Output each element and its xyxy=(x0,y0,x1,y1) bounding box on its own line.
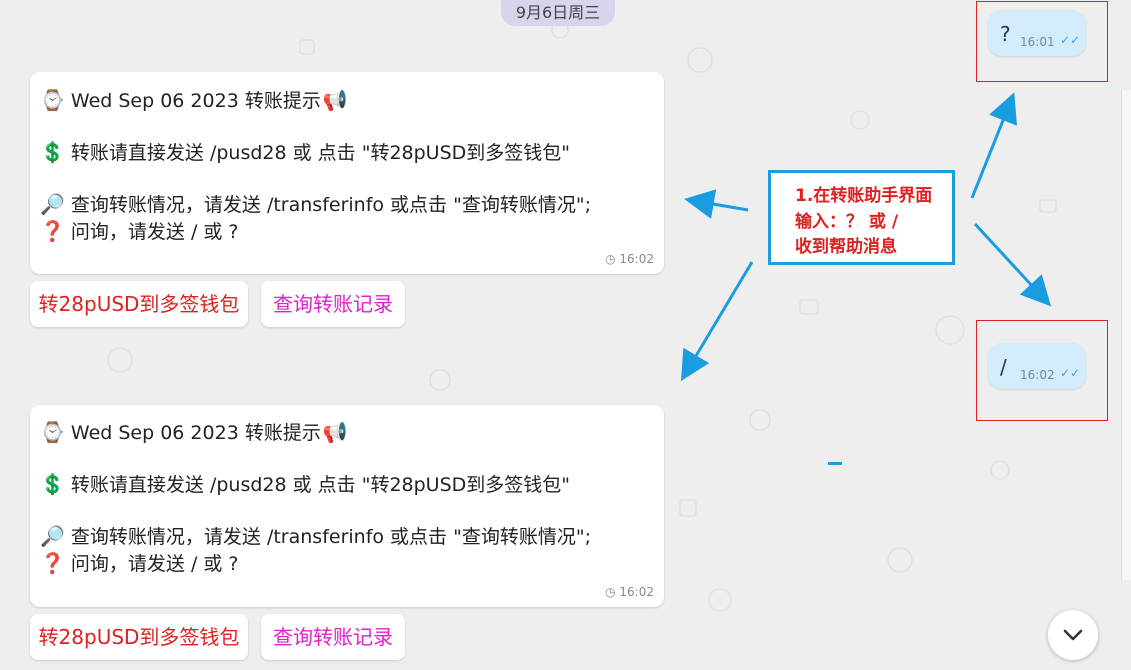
annotation-arrows xyxy=(680,92,1052,382)
arrow-to-slash xyxy=(973,222,1052,307)
text-cursor xyxy=(828,462,842,465)
arrow-to-question xyxy=(970,92,1018,199)
scrollbar[interactable] xyxy=(1121,90,1131,580)
chevron-down-icon xyxy=(1063,629,1083,641)
arrow-to-message-1 xyxy=(684,189,749,219)
arrow-to-message-2 xyxy=(680,261,754,382)
scroll-down-button[interactable] xyxy=(1048,610,1098,660)
